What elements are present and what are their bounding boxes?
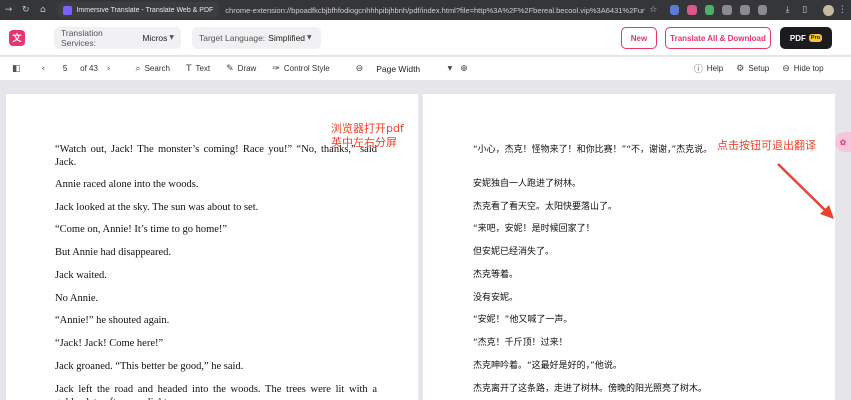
annotation-arrow — [777, 163, 834, 219]
exit-translation-float-button[interactable]: ✿ — [835, 132, 851, 152]
arrow-line — [777, 163, 830, 215]
translate-float-icon: ✿ — [839, 137, 847, 147]
